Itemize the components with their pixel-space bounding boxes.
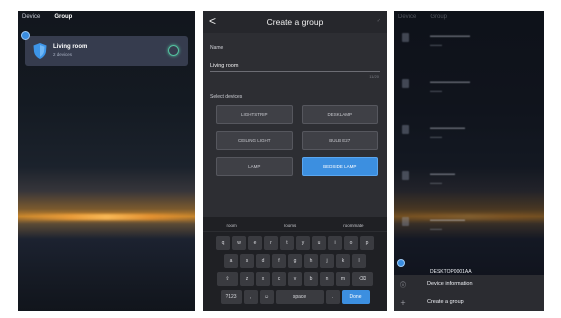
keyboard-key[interactable]: r xyxy=(264,236,278,250)
keyboard-key[interactable]: z xyxy=(240,272,254,286)
keyboard-key[interactable]: . xyxy=(325,290,340,304)
keyboard-key[interactable]: n xyxy=(320,272,334,286)
suggestion-bar: room rooms roommate xyxy=(203,219,387,232)
device-chip[interactable]: CEILING LIGHT xyxy=(216,131,293,150)
device-chip-selected[interactable]: BEDSIDE LAMP xyxy=(301,157,378,176)
create-group-screen: < Create a group ✓ Name 11/20 Select dev… xyxy=(203,11,387,311)
keyboard-key[interactable]: q xyxy=(216,236,230,250)
keyboard-key[interactable]: j xyxy=(320,254,334,268)
keyboard-key[interactable]: u xyxy=(312,236,326,250)
keyboard-key[interactable]: c xyxy=(272,272,286,286)
keyboard-key[interactable]: ⇧ xyxy=(217,272,238,286)
tab-group[interactable]: Group xyxy=(430,14,447,20)
top-tabs: Device Group xyxy=(22,14,72,20)
keyboard-key[interactable]: e xyxy=(248,236,262,250)
power-toggle-icon[interactable] xyxy=(168,45,179,56)
keyboard-key[interactable]: g xyxy=(288,254,302,268)
menu-item-device-information[interactable]: ⓘ Device information xyxy=(394,275,544,293)
group-subtitle: 2 devices xyxy=(53,52,73,57)
keyboard-key[interactable]: a xyxy=(224,254,238,268)
list-item: ▬▬▬▬▬▬▬ ▬▬▬ xyxy=(394,207,544,243)
char-counter: 11/20 xyxy=(369,74,379,79)
keyboard-key[interactable]: ☺ xyxy=(259,290,274,304)
group-name-input[interactable] xyxy=(210,60,380,72)
device-chip[interactable]: LAMP xyxy=(216,157,293,176)
plus-icon: ＋ xyxy=(400,300,407,307)
keyboard-key[interactable]: p xyxy=(360,236,374,250)
group-shield-icon xyxy=(33,43,47,59)
menu-item-label: Device information xyxy=(427,281,473,287)
tab-device[interactable]: Device xyxy=(22,14,40,20)
keyboard-key[interactable]: x xyxy=(256,272,270,286)
keyboard-key[interactable]: d xyxy=(256,254,270,268)
keyboard-key[interactable]: f xyxy=(272,254,286,268)
selection-badge xyxy=(397,259,405,267)
list-item: ▬▬▬▬▬▬▬▬ ▬▬▬ xyxy=(394,69,544,105)
keyboard-key[interactable]: y xyxy=(296,236,310,250)
keyboard-key[interactable]: i xyxy=(328,236,342,250)
group-list-screen: Device Group Living room 2 devices xyxy=(18,11,195,311)
group-card-living-room[interactable]: Living room 2 devices xyxy=(21,31,188,66)
key-row-1: qwertyuiop xyxy=(203,236,387,250)
save-icon[interactable]: ✓ xyxy=(377,18,381,24)
keyboard-key[interactable]: space xyxy=(275,290,324,304)
keyboard-key[interactable]: v xyxy=(288,272,302,286)
keyboard-key[interactable]: w xyxy=(232,236,246,250)
select-devices-label: Select devices xyxy=(210,94,243,100)
suggestion[interactable]: room xyxy=(226,223,236,228)
tab-device[interactable]: Device xyxy=(398,14,416,20)
menu-item-label: Create a group xyxy=(427,299,464,305)
keyboard-key[interactable]: o xyxy=(344,236,358,250)
keyboard-key[interactable]: ⌫ xyxy=(352,272,373,286)
page-title: Create a group xyxy=(266,17,324,27)
keyboard-key[interactable]: l xyxy=(352,254,366,268)
keyboard-key[interactable]: Done xyxy=(341,290,370,304)
keyboard-key[interactable]: k xyxy=(336,254,350,268)
keyboard-key[interactable]: t xyxy=(280,236,294,250)
bottom-sheet-menu: ⓘ Device information ＋ Create a group xyxy=(394,275,544,311)
info-icon: ⓘ xyxy=(400,282,407,289)
tab-group[interactable]: Group xyxy=(54,14,72,20)
device-grid: LIGHTSTRIP DESKLAMP CEILING LIGHT BULB E… xyxy=(216,105,378,176)
key-row-3: ⇧ z x c v b n m ⌫ xyxy=(203,272,387,286)
keyboard-key[interactable]: , xyxy=(243,290,258,304)
key-row-2: asdfghjkl xyxy=(203,254,387,268)
suggestion[interactable]: rooms xyxy=(284,223,297,228)
list-item: ▬▬▬▬▬▬▬▬ ▬▬▬ xyxy=(394,23,544,59)
top-tabs: Device Group xyxy=(398,14,447,20)
keyboard-key[interactable]: h xyxy=(304,254,318,268)
keyboard-key[interactable]: s xyxy=(240,254,254,268)
header-bar: < Create a group ✓ xyxy=(203,11,387,33)
device-chip[interactable]: LIGHTSTRIP xyxy=(216,105,293,124)
device-list-menu-screen: Device Group ▬▬▬▬▬▬▬▬ ▬▬▬ ▬▬▬▬▬▬▬▬ ▬▬▬ ▬▬▬… xyxy=(394,11,544,311)
key-row-4: ?123, ☺ space. Done xyxy=(203,290,387,304)
list-item: ▬▬▬▬▬ ▬▬▬ xyxy=(394,161,544,197)
keyboard-key[interactable]: ?123 xyxy=(220,290,242,304)
soft-keyboard: room rooms roommate qwertyuiop asdfghjkl… xyxy=(203,217,387,311)
keyboard-key[interactable]: m xyxy=(336,272,350,286)
keyboard-key[interactable]: b xyxy=(304,272,318,286)
sunset-glow xyxy=(18,214,195,220)
device-chip[interactable]: DESKLAMP xyxy=(301,105,378,124)
group-title: Living room xyxy=(53,44,88,50)
list-item: ▬▬▬▬▬▬▬ ▬▬▬ xyxy=(394,115,544,151)
device-chip[interactable]: BULB E27 xyxy=(301,131,378,150)
suggestion[interactable]: roommate xyxy=(343,223,363,228)
selection-badge xyxy=(21,31,30,40)
menu-item-create-group[interactable]: ＋ Create a group xyxy=(394,293,544,311)
name-label: Name xyxy=(210,45,224,51)
